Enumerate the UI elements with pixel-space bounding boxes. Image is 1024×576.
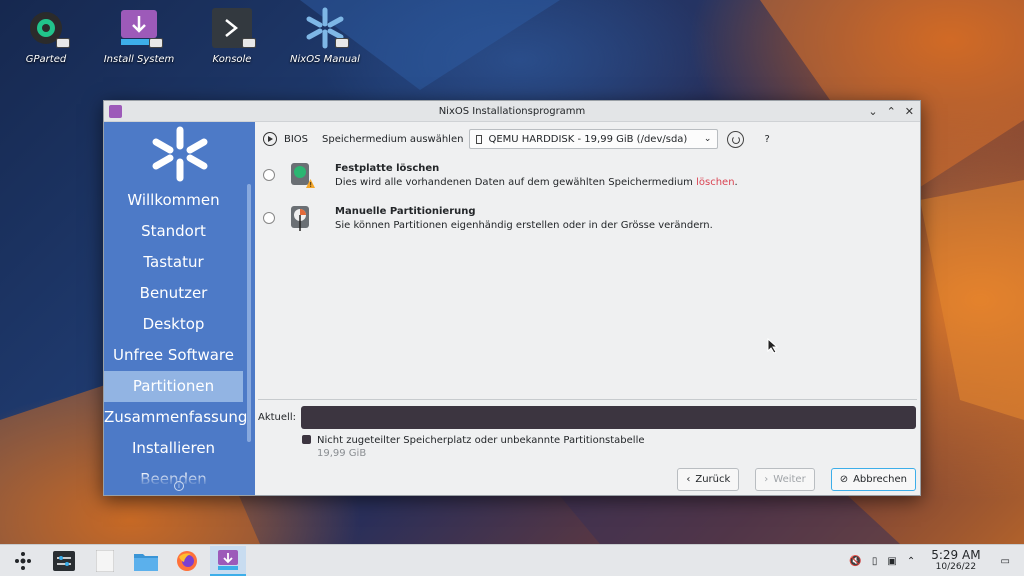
install-icon bbox=[117, 6, 163, 50]
legend-swatch bbox=[302, 435, 311, 444]
taskbar-installer[interactable] bbox=[210, 545, 246, 576]
network-icon[interactable]: ▣ bbox=[887, 556, 896, 567]
manual-partitioning-description: Sie können Partitionen eigenhändig erste… bbox=[335, 220, 713, 231]
drive-icon bbox=[476, 134, 483, 144]
volume-muted-icon[interactable]: 🔇 bbox=[849, 556, 861, 567]
chevron-down-icon[interactable]: ⌄ bbox=[868, 101, 877, 122]
partition-page: BIOS Speichermedium auswählen QEMU HARDD… bbox=[255, 122, 920, 495]
partition-legend: Nicht zugeteilter Speicherplatz oder unb… bbox=[302, 434, 645, 460]
cancel-icon: ⊘ bbox=[839, 474, 849, 485]
desktop-icon-label: GParted bbox=[25, 54, 67, 65]
chevron-up-icon[interactable]: ⌃ bbox=[907, 556, 915, 567]
current-layout: Aktuell: bbox=[258, 405, 916, 429]
manual-partitioning-radio[interactable] bbox=[263, 212, 275, 224]
erase-disk-description: Dies wird alle vorhandenen Daten auf dem… bbox=[335, 177, 738, 188]
installer-window: NixOS Installationsprogramm ⌄ ⌃ ✕ Willko… bbox=[103, 100, 921, 496]
sidebar-step-desktop: Desktop bbox=[142, 315, 205, 333]
installer-app-icon bbox=[109, 105, 122, 118]
manual-partitioning-icon bbox=[289, 205, 313, 231]
gparted-icon bbox=[24, 6, 70, 50]
option-erase-disk[interactable]: ! Festplatte löschen Dies wird alle vorh… bbox=[263, 162, 738, 190]
desktop-icon-gparted[interactable]: GParted bbox=[6, 6, 86, 65]
back-button[interactable]: ‹ Zurück bbox=[677, 468, 740, 491]
clock-date: 10/26/22 bbox=[935, 562, 977, 572]
settings-icon bbox=[53, 550, 75, 571]
legend-label: Nicht zugeteilter Speicherplatz oder unb… bbox=[317, 435, 645, 446]
taskbar-file-manager[interactable] bbox=[128, 546, 164, 576]
manual-partitioning-title: Manuelle Partitionierung bbox=[335, 206, 476, 217]
nixos-logo bbox=[152, 126, 208, 182]
option-manual-partitioning[interactable]: Manuelle Partitionierung Sie können Part… bbox=[263, 205, 713, 233]
desktop-icon-label: Konsole bbox=[212, 54, 252, 65]
desktop-icon-install-system[interactable]: Install System bbox=[99, 6, 179, 65]
current-label: Aktuell: bbox=[258, 411, 296, 423]
help-button[interactable]: ? bbox=[764, 134, 769, 145]
desktop-icon-konsole[interactable]: Konsole bbox=[192, 6, 272, 65]
refresh-icon[interactable] bbox=[727, 130, 745, 148]
svg-text:!: ! bbox=[309, 181, 312, 189]
close-icon[interactable]: ✕ bbox=[905, 101, 914, 122]
sidebar-step-partitionen: Partitionen bbox=[104, 371, 243, 402]
application-launcher[interactable] bbox=[5, 546, 41, 576]
legend-size: 19,99 GiB bbox=[317, 448, 367, 459]
usb-icon[interactable]: ▯ bbox=[872, 556, 878, 567]
taskbar-system-settings[interactable] bbox=[46, 546, 82, 576]
sidebar-steps: Willkommen Standort Tastatur Benutzer Deskto… bbox=[104, 185, 248, 495]
window-title: NixOS Installationsprogramm bbox=[438, 106, 586, 117]
cancel-button[interactable]: ⊘ Abbrechen bbox=[830, 468, 916, 491]
sidebar-step-benutzer: Benutzer bbox=[139, 284, 208, 302]
folder-icon bbox=[134, 553, 158, 571]
system-tray: 🔇 ▯ ▣ ⌃ 5:29 AM 10/26/22 ▭ bbox=[849, 545, 1010, 576]
chevron-right-icon: › bbox=[764, 474, 769, 485]
chevron-down-icon: ⌄ bbox=[703, 134, 712, 144]
title-bar[interactable]: NixOS Installationsprogramm ⌄ ⌃ ✕ bbox=[104, 101, 920, 122]
device-label: Speichermedium auswählen bbox=[322, 133, 464, 145]
erase-disk-title: Festplatte löschen bbox=[335, 163, 440, 174]
sidebar: Willkommen Standort Tastatur Benutzer Deskto… bbox=[104, 122, 255, 495]
next-button[interactable]: › Weiter bbox=[755, 468, 815, 491]
nixos-icon bbox=[303, 6, 349, 50]
desktop-icon-nixos-manual[interactable]: NixOS Manual bbox=[285, 6, 365, 65]
sidebar-step-unfree-software: Unfree Software bbox=[113, 346, 234, 364]
clock[interactable]: 5:29 AM 10/26/22 bbox=[931, 549, 980, 573]
sidebar-step-tastatur: Tastatur bbox=[143, 253, 204, 271]
mouse-cursor bbox=[767, 338, 779, 354]
erase-disk-icon: ! bbox=[289, 162, 315, 189]
taskbar-firefox[interactable] bbox=[169, 546, 205, 576]
taskbar-text-editor[interactable] bbox=[87, 546, 123, 576]
desktop-icon-label: Install System bbox=[103, 54, 175, 65]
chevron-up-icon[interactable]: ⌃ bbox=[887, 101, 896, 122]
launcher-icon bbox=[15, 551, 31, 570]
sidebar-step-installieren: Installieren bbox=[131, 439, 216, 457]
document-icon bbox=[96, 549, 114, 572]
desktop-icon-label: NixOS Manual bbox=[290, 54, 360, 65]
sidebar-step-standort: Standort bbox=[141, 222, 206, 240]
erase-disk-radio[interactable] bbox=[263, 169, 275, 181]
device-select-value: QEMU HARDDISK - 19,99 GiB (/dev/sda) bbox=[488, 133, 688, 145]
partition-bar bbox=[300, 405, 916, 429]
bios-icon bbox=[263, 132, 277, 146]
top-toolbar: BIOS Speichermedium auswählen QEMU HARDD… bbox=[263, 128, 912, 150]
firefox-icon bbox=[177, 550, 197, 571]
chevron-left-icon: ‹ bbox=[686, 474, 691, 485]
install-icon bbox=[218, 549, 238, 570]
terminal-icon bbox=[210, 6, 256, 50]
taskbar: 🔇 ▯ ▣ ⌃ 5:29 AM 10/26/22 ▭ bbox=[0, 544, 1024, 576]
firmware-label: BIOS bbox=[284, 133, 309, 145]
clock-time: 5:29 AM bbox=[931, 548, 981, 562]
info-icon[interactable]: i bbox=[174, 481, 184, 491]
sidebar-scrollbar[interactable] bbox=[247, 184, 251, 442]
sidebar-step-willkommen: Willkommen bbox=[127, 191, 220, 209]
sidebar-step-zusammenfassung: Zusammenfassung bbox=[104, 408, 248, 426]
device-select[interactable]: QEMU HARDDISK - 19,99 GiB (/dev/sda) ⌄ bbox=[469, 129, 719, 149]
show-desktop-icon[interactable]: ▭ bbox=[1001, 556, 1010, 567]
